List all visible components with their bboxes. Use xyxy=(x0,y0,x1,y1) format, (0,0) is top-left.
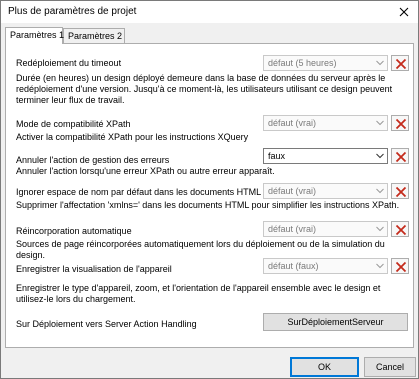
reset-redeploy-timeout-button[interactable] xyxy=(391,55,409,71)
close-icon[interactable] xyxy=(396,4,412,20)
server-action-label: Sur Déploiement vers Server Action Handl… xyxy=(16,319,197,329)
on-deploy-server-button[interactable]: SurDéploiementServeur xyxy=(263,313,408,331)
reset-cancel-error-action-button[interactable] xyxy=(391,148,409,164)
dropdown-value: défaut (5 heures) xyxy=(268,58,337,68)
reset-ignore-default-namespace-button[interactable] xyxy=(391,183,409,199)
dropdown-value: défaut (vrai) xyxy=(268,118,317,128)
dropdown-value: défaut (vrai) xyxy=(268,186,317,196)
delete-x-icon xyxy=(395,118,407,130)
reset-auto-reincorporation-button[interactable] xyxy=(391,221,409,237)
setting-label-xpath-compat: Mode de compatibilité XPath xyxy=(16,119,131,129)
cancel-error-action-dropdown[interactable]: faux xyxy=(263,148,388,164)
setting-label-ignore-default-namespace: Ignorer espace de nom par défaut dans le… xyxy=(16,187,262,197)
setting-label-auto-reincorporation: Réincorporation automatique xyxy=(16,226,132,236)
dialog-title: Plus de paramètres de projet xyxy=(8,6,137,17)
setting-description-cancel-error-action: Annuler l'action lorsqu'une erreur XPath… xyxy=(16,166,275,176)
setting-label-redeploy-timeout: Redéploiement du timeout xyxy=(16,58,122,68)
reset-save-device-view-button[interactable] xyxy=(391,258,409,274)
cancel-button[interactable]: Cancel xyxy=(364,357,416,377)
chevron-down-icon xyxy=(376,120,384,126)
delete-x-icon xyxy=(395,58,407,70)
delete-x-icon xyxy=(395,151,407,163)
tab-parametres-1[interactable]: Paramètres 1 xyxy=(5,27,64,44)
title-bar: Plus de paramètres de projet xyxy=(1,1,418,23)
chevron-down-icon xyxy=(376,263,384,269)
settings-panel: Redéploiement du timeout défaut (5 heure… xyxy=(5,43,414,348)
ignore-default-namespace-dropdown[interactable]: défaut (vrai) xyxy=(263,183,388,199)
save-device-view-dropdown[interactable]: défaut (faux) xyxy=(263,258,388,274)
chevron-down-icon xyxy=(376,188,384,194)
dropdown-value: défaut (faux) xyxy=(268,261,319,271)
delete-x-icon xyxy=(395,224,407,236)
chevron-down-icon xyxy=(376,226,384,232)
dropdown-value: défaut (vrai) xyxy=(268,224,317,234)
setting-description-save-device-view: Enregistrer le type d'appareil, zoom, et… xyxy=(16,283,381,304)
dialog-window: Plus de paramètres de projet Paramètres … xyxy=(0,0,419,379)
setting-description-redeploy-timeout: Durée (en heures) un design déployé deme… xyxy=(16,73,393,105)
chevron-down-icon xyxy=(376,60,384,66)
tab-parametres-2[interactable]: Paramètres 2 xyxy=(63,28,125,44)
setting-description-ignore-default-namespace: Supprimer l'affectation 'xmlns=' dans le… xyxy=(16,200,400,210)
chevron-down-icon xyxy=(376,153,384,159)
xpath-compat-dropdown[interactable]: défaut (vrai) xyxy=(263,115,388,131)
reset-xpath-compat-button[interactable] xyxy=(391,115,409,131)
delete-x-icon xyxy=(395,186,407,198)
setting-label-save-device-view: Enregistrer la visualisation de l'appare… xyxy=(16,264,172,274)
delete-x-icon xyxy=(395,261,407,273)
ok-button[interactable]: OK xyxy=(290,357,359,377)
setting-label-cancel-error-action: Annuler l'action de gestion des erreurs xyxy=(16,155,170,165)
redeploy-timeout-dropdown[interactable]: défaut (5 heures) xyxy=(263,55,388,71)
setting-description-xpath-compat: Activer la compatibilité XPath pour les … xyxy=(16,132,249,142)
dropdown-value: faux xyxy=(268,151,286,161)
auto-reincorporation-dropdown[interactable]: défaut (vrai) xyxy=(263,221,388,237)
